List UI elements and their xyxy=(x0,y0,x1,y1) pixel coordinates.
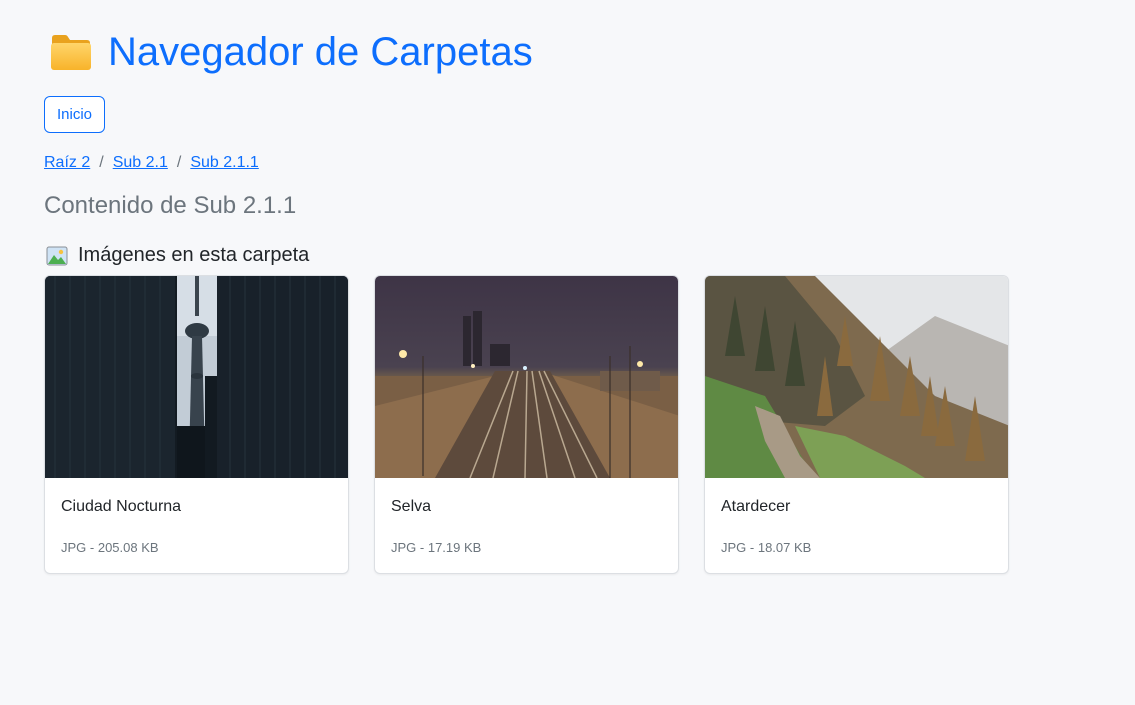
card-body: Selva JPG - 17.19 KB xyxy=(375,478,678,555)
image-meta: JPG - 205.08 KB xyxy=(61,540,159,555)
image-card[interactable]: Ciudad Nocturna JPG - 205.08 KB xyxy=(44,275,349,574)
card-body: Atardecer JPG - 18.07 KB xyxy=(705,478,1008,555)
image-card[interactable]: Selva JPG - 17.19 KB xyxy=(374,275,679,574)
breadcrumb: Raíz 2 / Sub 2.1 / Sub 2.1.1 xyxy=(44,154,259,172)
image-thumbnail-railway-night[interactable] xyxy=(375,276,679,478)
image-thumbnail-foggy-forest[interactable] xyxy=(705,276,1009,478)
breadcrumb-separator: / xyxy=(99,154,104,171)
card-body: Ciudad Nocturna JPG - 205.08 KB xyxy=(45,478,348,555)
breadcrumb-item-sub-2-1-1[interactable]: Sub 2.1.1 xyxy=(190,154,259,172)
image-thumbnail-city-tower[interactable] xyxy=(45,276,349,478)
folder-icon xyxy=(51,35,91,70)
page-title: Navegador de Carpetas xyxy=(108,30,533,74)
image-grid: Ciudad Nocturna JPG - 205.08 KB Selva JP… xyxy=(44,275,1034,574)
image-meta: JPG - 17.19 KB xyxy=(391,540,482,555)
image-title: Selva xyxy=(391,498,432,515)
home-button[interactable]: Inicio xyxy=(44,96,106,133)
images-heading: Imágenes en esta carpeta xyxy=(46,244,309,267)
section-title: Contenido de Sub 2.1.1 xyxy=(44,192,297,219)
image-title: Ciudad Nocturna xyxy=(61,498,182,515)
breadcrumb-item-raiz-2[interactable]: Raíz 2 xyxy=(44,154,90,172)
images-heading-label: Imágenes en esta carpeta xyxy=(78,244,310,266)
image-title: Atardecer xyxy=(721,498,791,515)
picture-icon xyxy=(46,246,68,265)
image-card[interactable]: Atardecer JPG - 18.07 KB xyxy=(704,275,1009,574)
image-meta: JPG - 18.07 KB xyxy=(721,540,812,555)
breadcrumb-item-sub-2-1[interactable]: Sub 2.1 xyxy=(113,154,168,172)
header: Navegador de Carpetas xyxy=(50,28,533,76)
breadcrumb-separator: / xyxy=(176,154,182,171)
